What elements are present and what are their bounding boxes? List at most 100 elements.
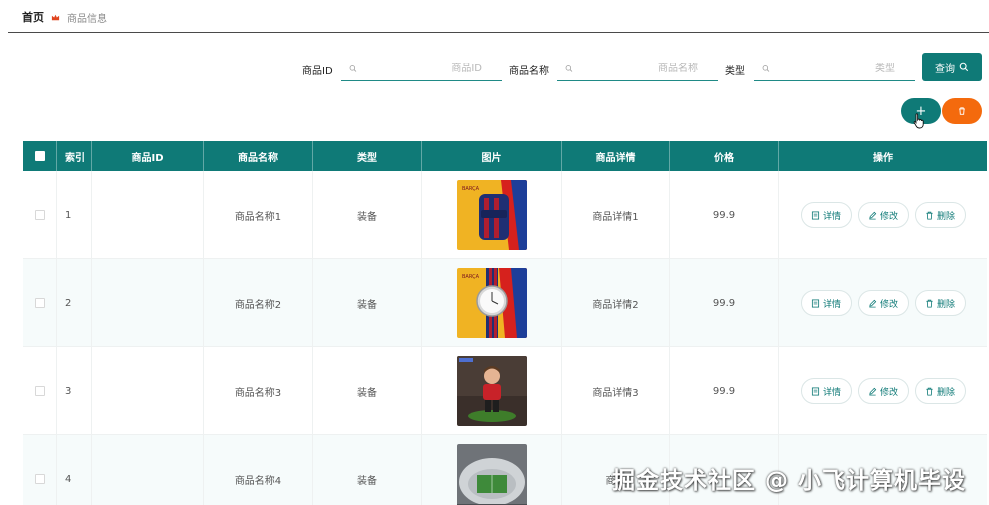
edit-button-label: 修改 (879, 387, 898, 398)
query-button-label: 查询 (935, 63, 955, 75)
row-type: 装备 (313, 259, 422, 347)
row-checkbox[interactable] (34, 210, 45, 220)
row-price: 99.9 (670, 171, 779, 259)
edit-button[interactable]: 修改 (857, 378, 909, 404)
row-checkbox[interactable] (34, 474, 45, 484)
document-icon (811, 210, 820, 220)
top-divider (8, 32, 989, 33)
trash-icon (926, 299, 933, 308)
edit-icon (869, 211, 877, 219)
select-all-checkbox[interactable] (34, 151, 45, 161)
product-table: 索引 商品ID 商品名称 类型 图片 商品详情 价格 操作 1 商品名称1 装备 (23, 141, 987, 505)
header-index: 索引 (57, 141, 92, 171)
table-row: 3 商品名称3 装备 商品详情3 99.9 详情 修改 删除 (23, 347, 987, 435)
search-icon (959, 62, 969, 72)
delete-button-label: 删除 (936, 299, 955, 310)
trash-icon (926, 387, 933, 396)
watch-product-image[interactable]: BARÇA (456, 268, 527, 338)
row-image-cell: BARÇA (422, 259, 562, 347)
header-select-cell (23, 141, 57, 171)
header-price: 价格 (670, 141, 779, 171)
row-operations: 详情 修改 删除 (779, 347, 987, 435)
page: 首页 商品信息 商品ID 商品名称 类型 查询 + (0, 0, 989, 505)
trash-icon (959, 107, 965, 115)
edit-icon (869, 299, 877, 307)
row-index: 4 (57, 435, 92, 505)
row-type: 装备 (313, 171, 422, 259)
row-product-name: 商品名称4 (204, 435, 313, 505)
product-name-label: 商品名称 (509, 66, 549, 77)
type-input-wrap (754, 57, 915, 81)
delete-button[interactable]: 删除 (914, 290, 966, 316)
search-icon (565, 65, 573, 72)
row-product-id (92, 171, 204, 259)
header-product-name: 商品名称 (204, 141, 313, 171)
row-image-cell (422, 347, 562, 435)
row-index: 3 (57, 347, 92, 435)
trash-icon (926, 211, 933, 220)
row-select-cell (23, 435, 57, 505)
detail-button[interactable]: 详情 (800, 378, 852, 404)
row-product-id (92, 347, 204, 435)
delete-button-label: 删除 (936, 387, 955, 398)
delete-button[interactable]: 删除 (914, 378, 966, 404)
search-icon (762, 65, 770, 72)
header-detail: 商品详情 (562, 141, 670, 171)
row-select-cell (23, 259, 57, 347)
watermark: 掘金技术社区 @ 小飞计算机毕设 (612, 468, 967, 494)
breadcrumb: 首页 商品信息 (22, 9, 107, 25)
svg-text:BARÇA: BARÇA (462, 186, 480, 192)
row-checkbox[interactable] (34, 298, 45, 308)
stadium-product-image[interactable] (456, 444, 527, 505)
row-type: 装备 (313, 435, 422, 505)
edit-button-label: 修改 (879, 211, 898, 222)
table-row: 1 商品名称1 装备 BARÇA 商品详情1 99.9 详情 修改 删除 (23, 171, 987, 259)
product-name-input[interactable] (573, 63, 718, 74)
row-checkbox[interactable] (34, 386, 45, 396)
header-image: 图片 (422, 141, 562, 171)
row-product-name: 商品名称2 (204, 259, 313, 347)
row-product-name: 商品名称3 (204, 347, 313, 435)
delete-button[interactable]: 删除 (914, 202, 966, 228)
detail-button[interactable]: 详情 (800, 290, 852, 316)
mouse-pointer-icon (913, 113, 924, 129)
row-product-id (92, 435, 204, 505)
search-bar: 商品ID 商品名称 类型 (0, 55, 989, 81)
row-index: 2 (57, 259, 92, 347)
document-icon (811, 386, 820, 396)
product-id-label: 商品ID (302, 66, 333, 77)
row-image-cell: BARÇA (422, 171, 562, 259)
row-operations: 详情 修改 删除 (779, 259, 987, 347)
backpack-product-image[interactable]: BARÇA (456, 180, 527, 250)
product-name-input-wrap (557, 57, 718, 81)
detail-button-label: 详情 (822, 387, 841, 398)
detail-button-label: 详情 (822, 299, 841, 310)
query-button[interactable]: 查询 (922, 53, 982, 81)
edit-button-label: 修改 (879, 299, 898, 310)
product-id-input[interactable] (357, 63, 502, 74)
row-select-cell (23, 347, 57, 435)
table-header: 索引 商品ID 商品名称 类型 图片 商品详情 价格 操作 (23, 141, 987, 171)
edit-icon (869, 387, 877, 395)
header-product-id: 商品ID (92, 141, 204, 171)
document-icon (811, 298, 820, 308)
type-label: 类型 (725, 66, 745, 77)
detail-button[interactable]: 详情 (800, 202, 852, 228)
row-product-name: 商品名称1 (204, 171, 313, 259)
edit-button[interactable]: 修改 (857, 202, 909, 228)
row-image-cell (422, 435, 562, 505)
row-index: 1 (57, 171, 92, 259)
header-type: 类型 (313, 141, 422, 171)
product-id-input-wrap (341, 57, 502, 81)
row-detail: 商品详情2 (562, 259, 670, 347)
delete-batch-button[interactable] (942, 98, 982, 124)
edit-button[interactable]: 修改 (857, 290, 909, 316)
row-select-cell (23, 171, 57, 259)
row-operations: 详情 修改 删除 (779, 171, 987, 259)
breadcrumb-current: 商品信息 (67, 13, 107, 25)
search-icon (349, 65, 357, 72)
crown-separator-icon (51, 14, 60, 20)
breadcrumb-home[interactable]: 首页 (22, 9, 44, 25)
figure-product-image[interactable] (456, 356, 527, 426)
type-input[interactable] (770, 63, 915, 74)
